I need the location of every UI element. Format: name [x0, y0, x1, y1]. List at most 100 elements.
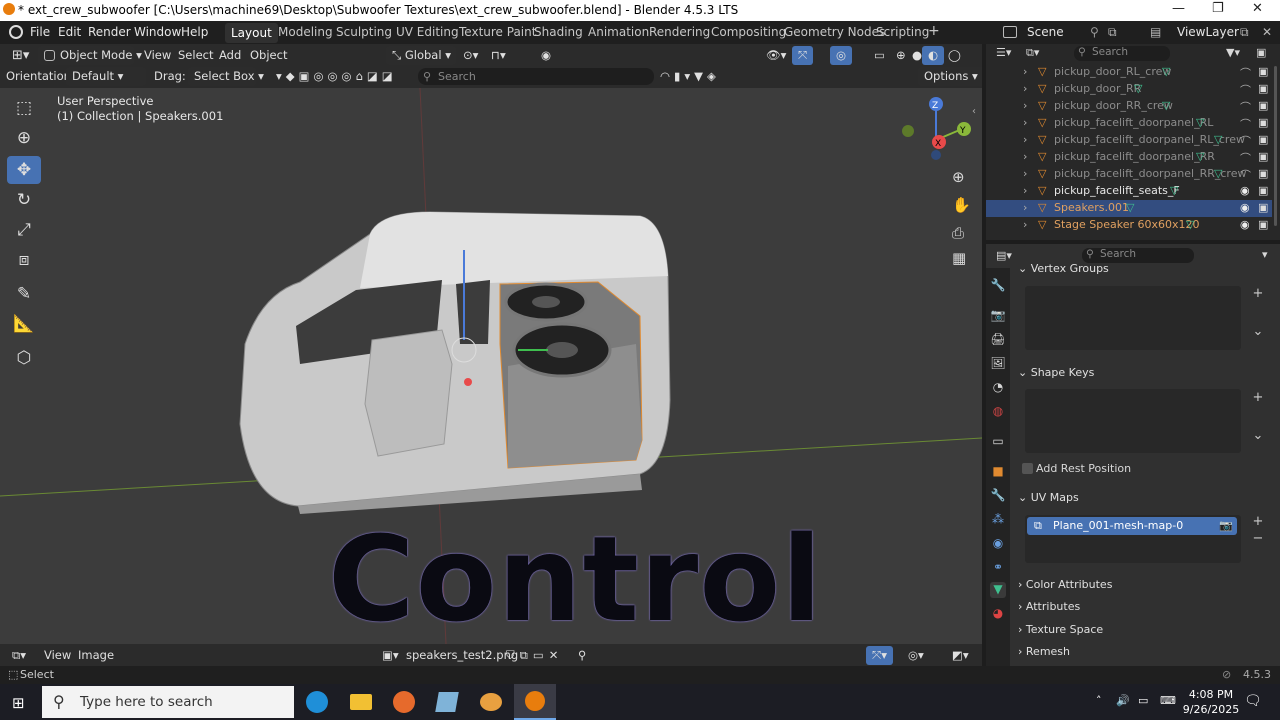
data-tab-icon[interactable]: ▼ [990, 582, 1006, 598]
image-action-icons[interactable]: ⛉⧉▭✕ [500, 646, 569, 665]
edge-icon[interactable] [306, 691, 328, 713]
vertex-groups-header[interactable]: ⌄ Vertex Groups [1018, 262, 1272, 282]
visibility-eye-icon[interactable]: ⌒ [1240, 65, 1251, 81]
outliner-row[interactable]: › ▽ Speakers.001 ▽ ◉ ▣ [986, 200, 1272, 217]
render-camera-icon[interactable]: ▣ [1258, 133, 1268, 146]
outliner-search[interactable]: ⚲ Search [1074, 46, 1170, 61]
transform-tool-icon[interactable]: ⧈ [7, 246, 41, 274]
tab-rendering[interactable]: Rendering [649, 25, 710, 39]
outliner-row[interactable]: › ▽ pickup_facelift_doorpanel_RL ▽ ⌒ ▣ [986, 115, 1272, 132]
visibility-eye-icon[interactable]: ⌒ [1240, 99, 1251, 115]
blender-taskbar-icon[interactable] [514, 684, 556, 720]
modifier-tab-icon[interactable]: 🔧 [990, 488, 1006, 504]
image-display-icon[interactable]: ◩▾ [946, 646, 975, 665]
properties-options-icon[interactable]: ▾ [1262, 248, 1268, 261]
tab-texture-paint[interactable]: Texture Paint [459, 25, 536, 39]
app-icon-4[interactable] [435, 692, 459, 712]
render-camera-icon[interactable]: ▣ [1258, 65, 1268, 78]
tray-chevron-icon[interactable]: ˄ [1096, 694, 1102, 707]
uv-maps-header[interactable]: ⌄ UV Maps [1018, 491, 1272, 511]
texture-space-header[interactable]: › Texture Space [1018, 623, 1272, 643]
visibility-eye-icon[interactable]: ⌒ [1240, 82, 1251, 98]
outliner-row[interactable]: › ▽ pickup_door_RL_crew ▽ ⌒ ▣ [986, 64, 1272, 81]
view-layer-tab-icon[interactable]: 🖼 [990, 356, 1006, 372]
shape-keys-list[interactable] [1025, 389, 1241, 453]
blender-menu-icon[interactable] [9, 25, 23, 39]
render-camera-icon[interactable]: ▣ [1258, 184, 1268, 197]
uv-maps-list[interactable]: ⧉ Plane_001-mesh-map-0 📷 [1025, 515, 1241, 563]
add-cube-tool-icon[interactable]: ⬡ [7, 344, 41, 372]
volume-icon[interactable]: 🔊 [1116, 694, 1130, 707]
visibility-eye-icon[interactable]: ⌒ [1240, 150, 1251, 166]
scene-tab-icon[interactable]: ◔ [990, 380, 1006, 396]
camera-view-icon[interactable]: ⎙ [952, 224, 964, 242]
tab-scripting[interactable]: Scripting [876, 25, 929, 39]
remesh-header[interactable]: › Remesh [1018, 645, 1272, 665]
restore-button[interactable]: ❐ [1212, 1, 1224, 16]
uv-map-item[interactable]: ⧉ Plane_001-mesh-map-0 📷 [1027, 517, 1237, 535]
tool-tab-icon[interactable]: 🔧 [990, 278, 1006, 294]
taskbar-search-box[interactable]: ⚲ Type here to search [42, 686, 294, 718]
tab-layout[interactable]: Layout [225, 23, 278, 43]
outliner-editor-icon[interactable]: ☰▾ [996, 46, 1011, 59]
visibility-eye-icon[interactable]: ◉ [1240, 201, 1250, 214]
visibility-eye-icon[interactable]: ⌒ [1240, 116, 1251, 132]
file-explorer-icon[interactable] [350, 694, 372, 710]
render-tab-icon[interactable]: 📷 [990, 308, 1006, 324]
physics-tab-icon[interactable]: ◉ [990, 536, 1006, 552]
tab-animation[interactable]: Animation [588, 25, 649, 39]
new-collection-icon[interactable]: ▣ [1256, 46, 1266, 59]
new-viewlayer-icon[interactable]: ⧉ [1240, 25, 1249, 40]
render-camera-icon[interactable]: ▣ [1258, 82, 1268, 95]
minimize-button[interactable]: — [1172, 1, 1185, 16]
tab-sculpting[interactable]: Sculpting [336, 25, 392, 39]
menu-help[interactable]: Help [181, 25, 208, 39]
outliner-row[interactable]: › ▽ Stage Speaker 60x60x120 ▽ ◉ ▣ [986, 217, 1272, 234]
move-tool-icon[interactable]: ✥ [7, 156, 41, 184]
constraints-tab-icon[interactable]: ⚭ [990, 560, 1006, 576]
uv-map-remove-icon[interactable]: − [1250, 531, 1266, 546]
sidebar-toggle-arrow-icon[interactable]: ‹ [972, 106, 976, 117]
visibility-eye-icon[interactable]: ⌒ [1240, 167, 1251, 183]
outliner-row[interactable]: › ▽ pickup_facelift_doorpanel_RR_crew ▽ ⌒ ▣ [986, 166, 1272, 183]
properties-search[interactable]: ⚲ Search [1082, 248, 1194, 263]
expand-arrow-icon[interactable]: › [1023, 150, 1027, 163]
tab-compositing[interactable]: Compositing [711, 25, 786, 39]
notification-icon[interactable]: 🗨 [1244, 693, 1262, 709]
outliner-scrollbar[interactable] [1274, 66, 1277, 226]
outliner-row[interactable]: › ▽ pickup_door_RR ▽ ⌒ ▣ [986, 81, 1272, 98]
render-camera-icon[interactable]: ▣ [1258, 150, 1268, 163]
shape-keys-header[interactable]: ⌄ Shape Keys [1018, 366, 1272, 386]
firefox-icon[interactable] [393, 691, 415, 713]
render-camera-icon[interactable]: ▣ [1258, 167, 1268, 180]
measure-tool-icon[interactable]: 📐 [7, 310, 41, 338]
cursor-tool-icon[interactable]: ⊕ [7, 124, 41, 152]
image-menu-image[interactable]: Image [72, 646, 120, 665]
image-editor-type-icon[interactable]: ⧉▾ [6, 646, 32, 665]
tab-modeling[interactable]: Modeling [278, 25, 333, 39]
network-icon[interactable]: ▭ [1138, 694, 1148, 707]
remove-viewlayer-icon[interactable]: ✕ [1262, 25, 1272, 39]
visibility-eye-icon[interactable]: ⌒ [1240, 133, 1251, 149]
image-pin-icon[interactable]: ⚲ [572, 646, 592, 665]
render-camera-icon[interactable]: ▣ [1258, 99, 1268, 112]
menu-render[interactable]: Render [88, 25, 131, 39]
outliner-row[interactable]: › ▽ pickup_facelift_doorpanel_RL_crew ▽ ⌒ ▣ [986, 132, 1272, 149]
vertex-group-add-icon[interactable]: + [1250, 286, 1266, 301]
outliner-row[interactable]: › ▽ pickup_facelift_doorpanel_RR ▽ ⌒ ▣ [986, 149, 1272, 166]
expand-arrow-icon[interactable]: › [1023, 65, 1027, 78]
outliner-row[interactable]: › ▽ pickup_door_RR_crew ▽ ⌒ ▣ [986, 98, 1272, 115]
scale-tool-icon[interactable]: ⤢ [7, 216, 41, 244]
properties-editor-icon[interactable]: ▤▾ [996, 249, 1012, 262]
uv-map-add-icon[interactable]: + [1250, 514, 1266, 529]
world-tab-icon[interactable]: ◍ [990, 404, 1006, 420]
object-tab-icon[interactable]: ■ [990, 464, 1006, 480]
viewlayer-name[interactable]: ViewLayer [1177, 25, 1239, 39]
pin-icon[interactable]: ⚲ [1090, 25, 1099, 39]
expand-arrow-icon[interactable]: › [1023, 99, 1027, 112]
vertex-groups-list[interactable] [1025, 286, 1241, 350]
tab-uv-editing[interactable]: UV Editing [396, 25, 459, 39]
shape-key-add-icon[interactable]: + [1250, 390, 1266, 405]
zoom-icon[interactable]: ⊕ [952, 168, 965, 186]
menu-edit[interactable]: Edit [58, 25, 81, 39]
